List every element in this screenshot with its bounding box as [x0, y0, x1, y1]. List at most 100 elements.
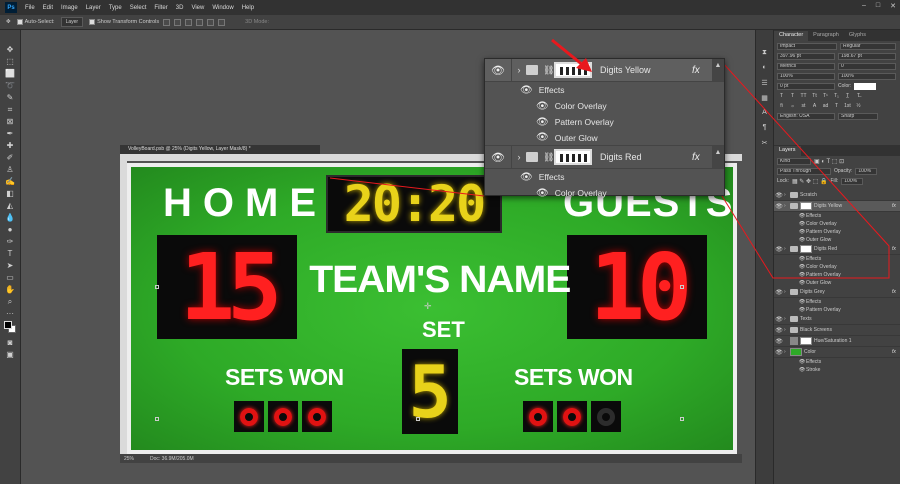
layer-effect-row[interactable]: 👁 Pattern Overlay [774, 228, 900, 236]
more-tools-icon[interactable]: ··· [3, 308, 17, 319]
visibility-eye-icon[interactable]: 👁 [798, 280, 806, 286]
swash-icon[interactable]: st [799, 103, 808, 110]
menu-layer[interactable]: Layer [82, 5, 105, 11]
tracking-field[interactable]: 0 [838, 63, 896, 70]
opacity-field[interactable]: 100% [855, 168, 878, 175]
color-swatches[interactable] [2, 320, 18, 336]
scroll-up-icon[interactable]: ▲ [712, 59, 724, 81]
align-bottom-icon[interactable] [218, 18, 226, 26]
blur-tool-icon[interactable]: 💧 [3, 212, 17, 223]
tools-panel-icon[interactable]: ✂ [760, 138, 769, 147]
swatches-panel-icon[interactable]: ▦ [760, 93, 769, 102]
visibility-eye-icon[interactable]: 👁 [774, 327, 784, 334]
lock-icons[interactable]: ▦ ✎ ✥ ⬚ 🔒 [792, 178, 828, 185]
quick-mask-icon[interactable]: ◙ [3, 337, 17, 348]
move-tool-icon[interactable]: ✥ [6, 19, 11, 25]
visibility-eye-icon[interactable]: 👁 [520, 172, 533, 183]
minimize-icon[interactable]: – [862, 2, 866, 10]
layer-row[interactable]: 👁 › Black Screens [774, 325, 900, 336]
visibility-eye-icon[interactable]: 👁 [774, 246, 784, 253]
foreground-color-swatch[interactable] [4, 321, 12, 329]
faux-bold-icon[interactable]: T [777, 93, 786, 100]
text-panel-icon[interactable]: A [760, 108, 769, 117]
zoom-tool-icon[interactable]: ⌕ [3, 296, 17, 307]
healing-brush-icon[interactable]: ✚ [3, 140, 17, 151]
hand-tool-icon[interactable]: ✋ [3, 284, 17, 295]
layer-effect-row[interactable]: 👁 Outer Glow [774, 279, 900, 287]
document-tab[interactable]: VolleyBoard.psb @ 25% (Digits Yellow, La… [120, 145, 320, 154]
visibility-eye-icon[interactable]: 👁 [798, 299, 806, 305]
vertical-scale-field[interactable]: 100% [777, 73, 835, 80]
tab-glyphs[interactable]: Glyphs [844, 31, 871, 41]
visibility-eye-icon[interactable]: 👁 [536, 188, 549, 199]
paragraph-panel-icon[interactable]: ¶ [760, 123, 769, 132]
fx-icon[interactable]: fx [892, 289, 900, 295]
subscript-icon[interactable]: T₁ [832, 93, 841, 100]
maximize-icon[interactable]: □ [876, 2, 880, 10]
layer-effect-row[interactable]: 👁 Outer Glow [774, 236, 900, 244]
small-caps-icon[interactable]: Tt [810, 93, 819, 100]
lasso-tool-icon[interactable]: ➰ [3, 80, 17, 91]
ordinal-icon[interactable]: ℴ [788, 103, 797, 110]
align-center-icon[interactable] [174, 18, 182, 26]
visibility-eye-icon[interactable]: 👁 [774, 316, 784, 323]
tab-layers[interactable]: Layers [774, 146, 801, 156]
layer-row[interactable]: 👁 › Scratch [774, 190, 900, 201]
leading-field[interactable]: 198.67 pt [838, 53, 896, 60]
eyedropper-tool-icon[interactable]: ✒ [3, 128, 17, 139]
fx-icon[interactable]: fx [892, 246, 900, 252]
visibility-eye-icon[interactable]: 👁 [485, 59, 512, 81]
history-panel-icon[interactable]: ⧗ [760, 48, 769, 57]
menu-edit[interactable]: Edit [39, 5, 57, 11]
text-color-swatch[interactable] [854, 83, 877, 90]
fx-icon[interactable]: fx [892, 203, 900, 209]
transform-handle[interactable] [416, 417, 420, 421]
link-icon[interactable]: ⛓ [543, 152, 554, 163]
font-size-field[interactable]: 397.96 pt [777, 53, 835, 60]
scoreboard-canvas[interactable]: HOME GUESTS 20:20 15 10 TEAM'S NAME SET … [127, 163, 737, 454]
scroll-up-icon[interactable]: ▲ [712, 146, 724, 168]
marquee-tool-icon[interactable]: ⬜ [3, 68, 17, 79]
kerning-field[interactable]: Metrics [777, 63, 835, 70]
align-middle-icon[interactable] [207, 18, 215, 26]
visibility-eye-icon[interactable]: 👁 [536, 117, 549, 128]
ligature-icon[interactable]: fi [777, 103, 786, 110]
clone-stamp-icon[interactable]: ♙ [3, 164, 17, 175]
zoom-level[interactable]: 25% [124, 456, 134, 462]
layer-effect-row[interactable]: 👁 Color Overlay [774, 263, 900, 271]
faux-italic-icon[interactable]: T [788, 93, 797, 100]
crop-tool-icon[interactable]: ⌗ [3, 104, 17, 115]
antialias-select[interactable]: Sharp [838, 113, 878, 120]
visibility-eye-icon[interactable]: 👁 [485, 146, 512, 168]
layer-filter-icons[interactable]: ▣ ◐ T ⬚ ⊡ [814, 158, 844, 165]
quick-select-tool-icon[interactable]: ✎ [3, 92, 17, 103]
align-left-icon[interactable] [163, 18, 171, 26]
visibility-eye-icon[interactable]: 👁 [774, 192, 784, 199]
layer-name[interactable]: Digits Yellow [600, 65, 692, 75]
all-caps-icon[interactable]: TT [799, 93, 808, 100]
layer-row[interactable]: 👁 › Digits Yellow fx [774, 201, 900, 212]
baseline-shift-field[interactable]: 0 pt [777, 83, 835, 90]
transform-handle[interactable] [155, 417, 159, 421]
visibility-eye-icon[interactable]: 👁 [798, 213, 806, 219]
layer-mask-thumbnail[interactable] [800, 245, 812, 253]
layer-effect-row[interactable]: 👁 Pattern Overlay [774, 306, 900, 314]
menu-file[interactable]: File [21, 5, 39, 11]
layer-row[interactable]: 👁 › Digits Red fx [774, 244, 900, 255]
visibility-eye-icon[interactable]: 👁 [798, 237, 806, 243]
menu-view[interactable]: View [187, 5, 208, 11]
menu-type[interactable]: Type [105, 5, 126, 11]
align-top-icon[interactable] [196, 18, 204, 26]
layer-row[interactable]: 👁 › Color fx [774, 347, 900, 358]
tab-paragraph[interactable]: Paragraph [808, 31, 844, 41]
frame-tool-icon[interactable]: ⊠ [3, 116, 17, 127]
stylistic-icon[interactable]: A [810, 103, 819, 110]
layer-row[interactable]: 👁 › Digits Grey fx [774, 287, 900, 298]
visibility-eye-icon[interactable]: 👁 [774, 338, 784, 345]
path-select-icon[interactable]: ➤ [3, 260, 17, 271]
visibility-eye-icon[interactable]: 👁 [536, 132, 549, 143]
layer-row[interactable]: 👁 Hue/Saturation 1 [774, 336, 900, 347]
layer-effect-row[interactable]: 👁 Effects [774, 212, 900, 220]
layer-effect-row[interactable]: 👁 Effects [774, 255, 900, 263]
menu-filter[interactable]: Filter [150, 5, 171, 11]
